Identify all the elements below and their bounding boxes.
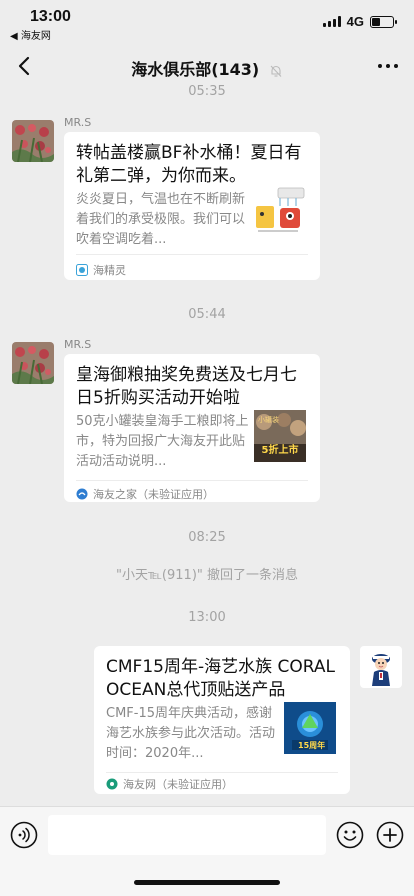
card-thumbnail: 小罐装 5折上市: [254, 410, 306, 462]
avatar[interactable]: [12, 342, 54, 384]
plus-icon[interactable]: [376, 821, 404, 849]
card-divider: [76, 254, 308, 255]
app-source-icon: [106, 778, 118, 790]
card-divider: [106, 772, 338, 773]
status-time: 13:00: [30, 8, 71, 25]
recall-notice: "小天℡(911)" 撤回了一条消息: [115, 568, 298, 583]
card-title: 皇海御粮抽奖免费送及七月七日5折购买活动开始啦: [76, 365, 297, 408]
message-input[interactable]: [48, 815, 326, 855]
card-source: 海精灵: [76, 262, 126, 278]
link-card[interactable]: 皇海御粮抽奖免费送及七月七日5折购买活动开始啦 50克小罐装皇海手工粮即将上市，…: [64, 354, 320, 502]
sender-name: MR.S: [64, 338, 92, 351]
app-source-icon: [76, 488, 88, 500]
home-indicator[interactable]: [134, 880, 280, 885]
svg-text:15周年: 15周年: [298, 740, 325, 750]
timestamp: 05:35: [188, 84, 226, 99]
svg-text:小罐装: 小罐装: [258, 415, 279, 424]
chat-title-wrap: 海水俱乐部(143): [0, 56, 414, 80]
network-label: 4G: [346, 14, 364, 29]
timestamp: 08:25: [188, 530, 226, 545]
sender-name: MR.S: [64, 116, 92, 129]
link-card[interactable]: 转帖盖楼赢BF补水桶！夏日有礼第二弹，为你而来。 炎炎夏日，气温也在不断刷新着我…: [64, 132, 320, 280]
card-thumbnail: [254, 184, 306, 236]
card-source: 海友网（未验证应用）: [106, 776, 233, 792]
card-title: 转帖盖楼赢BF补水桶！夏日有礼第二弹，为你而来。: [76, 143, 302, 186]
status-bar: 13:00 ◀ 海友网 4G: [0, 0, 414, 44]
more-icon[interactable]: [376, 56, 400, 76]
avatar[interactable]: [12, 120, 54, 162]
back-to-app-link[interactable]: ◀ 海友网: [10, 27, 51, 42]
avatar[interactable]: [360, 646, 402, 688]
card-title: CMF15周年-海艺水族 CORAL OCEAN总代顶贴送产品: [106, 657, 335, 700]
card-description: 50克小罐装皇海手工粮即将上市，特为回报广大海友开此贴活动活动说明...: [76, 414, 249, 469]
battery-icon: [370, 15, 397, 28]
thumbnail-text: 5折上市: [261, 445, 299, 456]
emoji-icon[interactable]: [336, 821, 364, 849]
app-source-icon: [76, 264, 88, 276]
link-card[interactable]: CMF15周年-海艺水族 CORAL OCEAN总代顶贴送产品 CMF-15周年…: [94, 646, 350, 794]
card-source-label: 海精灵: [93, 264, 126, 277]
timestamp: 13:00: [188, 610, 226, 625]
card-thumbnail: 15周年: [284, 702, 336, 754]
chat-title: 海水俱乐部(143): [131, 60, 260, 79]
card-description: CMF-15周年庆典活动，感谢海艺水族参与此次活动。活动时间：2020年...: [106, 706, 276, 761]
bell-muted-icon: [270, 65, 282, 77]
card-description: 炎炎夏日，气温也在不断刷新着我们的承受极限。我们可以吹着空调吃着...: [76, 192, 246, 247]
signal-icon: [322, 16, 341, 27]
card-divider: [76, 480, 308, 481]
card-source-label: 海友网（未验证应用）: [123, 778, 233, 791]
voice-icon[interactable]: [10, 821, 38, 849]
timestamp: 05:44: [188, 307, 226, 322]
card-source-label: 海友之家（未验证应用）: [93, 488, 214, 501]
status-indicators: 4G: [322, 14, 397, 29]
card-source: 海友之家（未验证应用）: [76, 486, 214, 502]
